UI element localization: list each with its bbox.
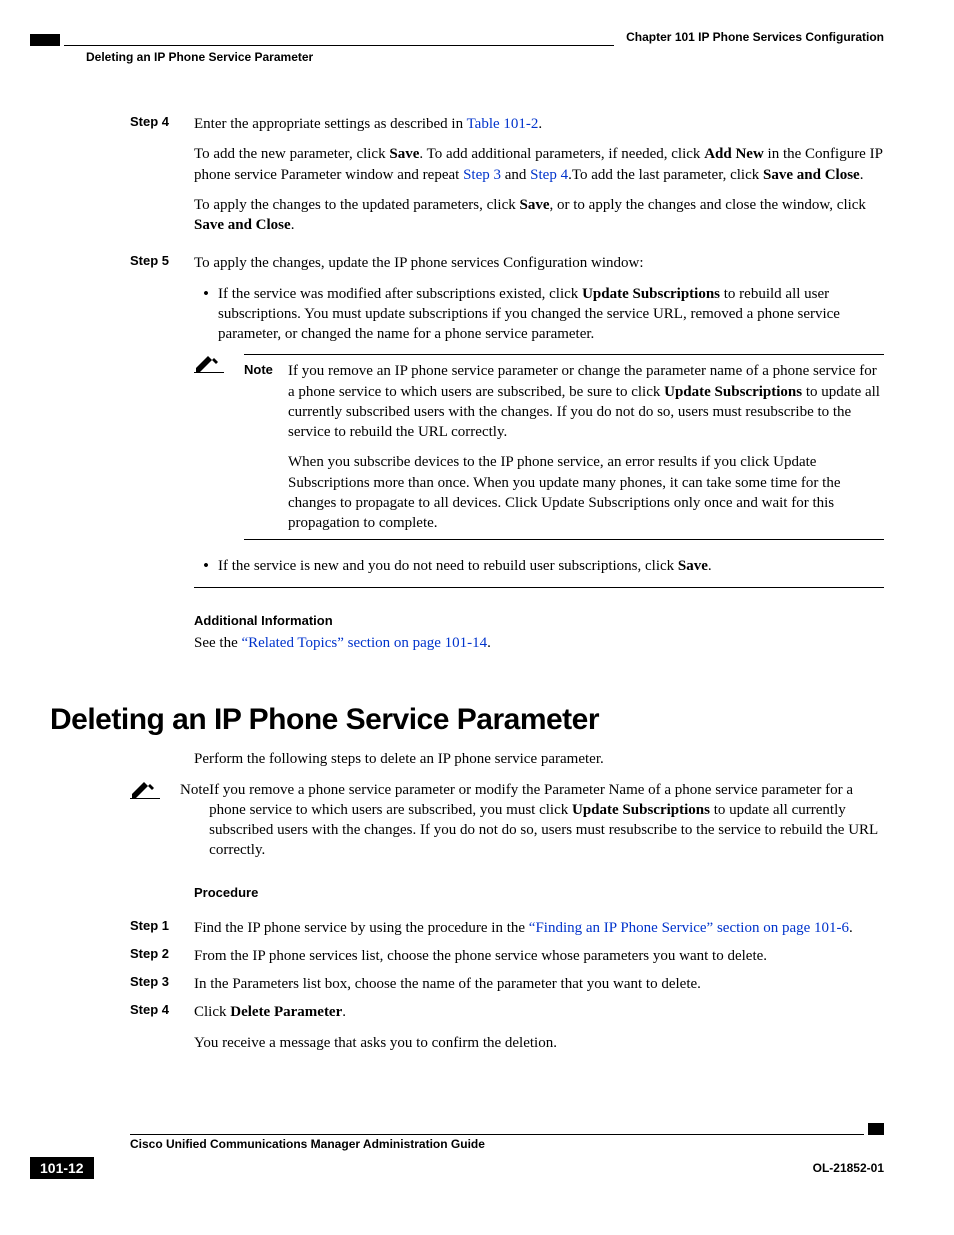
body-text: If the service was modified after subscr…: [218, 284, 884, 345]
step-1: Step 1 Find the IP phone service by usin…: [130, 918, 884, 938]
body-text: Find the IP phone service by using the p…: [194, 918, 884, 938]
body-text: Click Delete Parameter.: [194, 1002, 884, 1022]
step-5: Step 5 To apply the changes, update the …: [130, 253, 884, 663]
body-text: If the service is new and you do not nee…: [218, 556, 884, 576]
bullet-icon: •: [194, 556, 218, 576]
bullet-item: • If the service is new and you do not n…: [194, 556, 884, 576]
body-text: To apply the changes, update the IP phon…: [194, 253, 884, 273]
footer-marker: [868, 1123, 884, 1135]
link-step-4[interactable]: Step 4: [530, 167, 568, 183]
note-text: If you remove a phone service parameter …: [209, 780, 884, 861]
section-heading: Deleting an IP Phone Service Parameter: [50, 703, 884, 737]
step-label: Step 5: [130, 253, 194, 268]
additional-info-heading: Additional Information: [194, 612, 884, 630]
body-text: To apply the changes to the updated para…: [194, 195, 884, 236]
bullet-item: • If the service was modified after subs…: [194, 284, 884, 345]
step-label: Step 4: [130, 114, 194, 129]
header-marker: [30, 34, 60, 46]
bullet-icon: •: [194, 284, 218, 345]
chapter-title: Chapter 101 IP Phone Services Configurat…: [614, 30, 884, 46]
note-text: If you remove an IP phone service parame…: [288, 361, 884, 442]
link-step-3[interactable]: Step 3: [463, 167, 501, 183]
body-text: Enter the appropriate settings as descri…: [194, 114, 884, 134]
step-label: Step 4: [130, 1002, 194, 1017]
step-4b: Step 4 Click Delete Parameter. You recei…: [130, 1002, 884, 1063]
step-label: Step 3: [130, 974, 194, 989]
doc-number: OL-21852-01: [813, 1161, 884, 1175]
link-finding-service[interactable]: “Finding an IP Phone Service” section on…: [529, 920, 849, 936]
body-text: To add the new parameter, click Save. To…: [194, 144, 884, 185]
body-text: Perform the following steps to delete an…: [194, 749, 884, 769]
running-header: Chapter 101 IP Phone Services Configurat…: [30, 30, 884, 46]
procedure-heading: Procedure: [194, 885, 884, 900]
note-text: When you subscribe devices to the IP pho…: [288, 452, 884, 533]
divider: [194, 587, 884, 588]
body-text: See the “Related Topics” section on page…: [194, 633, 884, 653]
pencil-icon: [194, 354, 220, 374]
step-3: Step 3 In the Parameters list box, choos…: [130, 974, 884, 994]
step-label: Step 1: [130, 918, 194, 933]
body-text: You receive a message that asks you to c…: [194, 1033, 884, 1053]
note-block: Note If you remove an IP phone service p…: [194, 354, 884, 540]
page-footer: Cisco Unified Communications Manager Adm…: [30, 1123, 884, 1179]
step-label: Step 2: [130, 946, 194, 961]
step-4: Step 4 Enter the appropriate settings as…: [130, 114, 884, 245]
note-label: Note: [180, 782, 209, 861]
guide-title: Cisco Unified Communications Manager Adm…: [130, 1137, 884, 1151]
step-2: Step 2 From the IP phone services list, …: [130, 946, 884, 966]
note-block: Note If you remove a phone service param…: [130, 780, 884, 861]
pencil-icon: [130, 780, 156, 800]
body-text: In the Parameters list box, choose the n…: [194, 974, 884, 994]
link-table-101-2[interactable]: Table 101-2: [467, 116, 539, 132]
body-text: From the IP phone services list, choose …: [194, 946, 884, 966]
page-number: 101-12: [30, 1157, 94, 1179]
link-related-topics[interactable]: “Related Topics” section on page 101-14: [241, 635, 487, 651]
running-subheader: Deleting an IP Phone Service Parameter: [86, 50, 884, 64]
note-label: Note: [244, 361, 288, 533]
